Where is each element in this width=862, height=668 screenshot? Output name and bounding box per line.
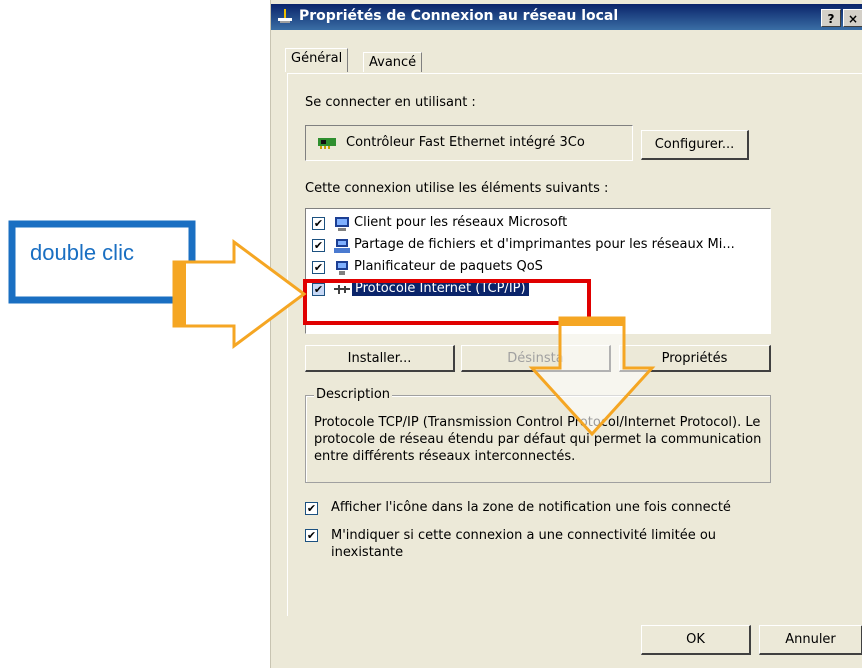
components-label: Cette connexion utilise les éléments sui… bbox=[305, 181, 609, 196]
item-checkbox[interactable]: ✔ bbox=[312, 261, 325, 274]
cancel-button[interactable]: Annuler bbox=[759, 625, 862, 655]
properties-button[interactable]: Propriétés bbox=[619, 345, 771, 372]
item-label: Partage de fichiers et d'imprimantes pou… bbox=[354, 237, 735, 252]
window-title: Propriétés de Connexion au réseau local bbox=[299, 8, 619, 24]
description-title: Description bbox=[314, 387, 393, 402]
help-button[interactable]: ? bbox=[821, 9, 841, 27]
annotation-label: double clic bbox=[30, 240, 134, 265]
item-label: Planificateur de paquets QoS bbox=[354, 259, 543, 274]
list-item-tcpip[interactable]: ✔ Protocole Internet (TCP/IP) bbox=[312, 280, 767, 300]
title-bar[interactable]: Propriétés de Connexion au réseau local … bbox=[271, 4, 862, 30]
qos-scheduler-icon bbox=[336, 261, 348, 275]
list-item-client[interactable]: ✔ Client pour les réseaux Microsoft bbox=[312, 214, 767, 234]
item-checkbox[interactable]: ✔ bbox=[312, 283, 325, 296]
adapter-name: Contrôleur Fast Ethernet intégré 3Co bbox=[346, 135, 585, 150]
limited-connectivity-label[interactable]: M'indiquer si cette connexion a une conn… bbox=[331, 527, 751, 561]
tab-general[interactable]: Général bbox=[285, 48, 349, 72]
notify-icon-checkbox[interactable]: ✔ bbox=[305, 502, 318, 515]
connect-using-label: Se connecter en utilisant : bbox=[305, 95, 476, 110]
components-list[interactable]: ✔ Client pour les réseaux Microsoft ✔ Pa… bbox=[305, 208, 771, 334]
close-button[interactable]: × bbox=[843, 9, 862, 27]
network-client-icon bbox=[335, 217, 349, 231]
item-label-selected: Protocole Internet (TCP/IP) bbox=[352, 281, 529, 296]
tab-advanced[interactable]: Avancé bbox=[363, 52, 423, 72]
network-card-icon bbox=[318, 138, 336, 149]
list-item-qos[interactable]: ✔ Planificateur de paquets QoS bbox=[312, 258, 767, 278]
right-arrow-tail bbox=[174, 262, 186, 326]
printer-share-icon bbox=[334, 239, 350, 253]
properties-dialog: Propriétés de Connexion au réseau local … bbox=[270, 0, 862, 668]
network-connection-icon bbox=[278, 9, 292, 23]
configure-button[interactable]: Configurer... bbox=[641, 130, 749, 160]
adapter-box: Contrôleur Fast Ethernet intégré 3Co bbox=[305, 125, 633, 161]
limited-connectivity-checkbox[interactable]: ✔ bbox=[305, 529, 318, 542]
install-button[interactable]: Installer... bbox=[305, 345, 455, 372]
ok-button[interactable]: OK bbox=[641, 625, 751, 655]
description-group: Description Protocole TCP/IP (Transmissi… bbox=[305, 387, 771, 483]
protocol-icon bbox=[334, 285, 350, 294]
item-label: Client pour les réseaux Microsoft bbox=[354, 215, 568, 230]
notify-icon-label[interactable]: Afficher l'icône dans la zone de notific… bbox=[331, 500, 731, 515]
item-checkbox[interactable]: ✔ bbox=[312, 217, 325, 230]
item-checkbox[interactable]: ✔ bbox=[312, 239, 325, 252]
description-text: Protocole TCP/IP (Transmission Control P… bbox=[314, 415, 762, 464]
uninstall-button[interactable]: Désinsta bbox=[461, 345, 611, 372]
list-item-file-share[interactable]: ✔ Partage de fichiers et d'imprimantes p… bbox=[312, 236, 767, 256]
